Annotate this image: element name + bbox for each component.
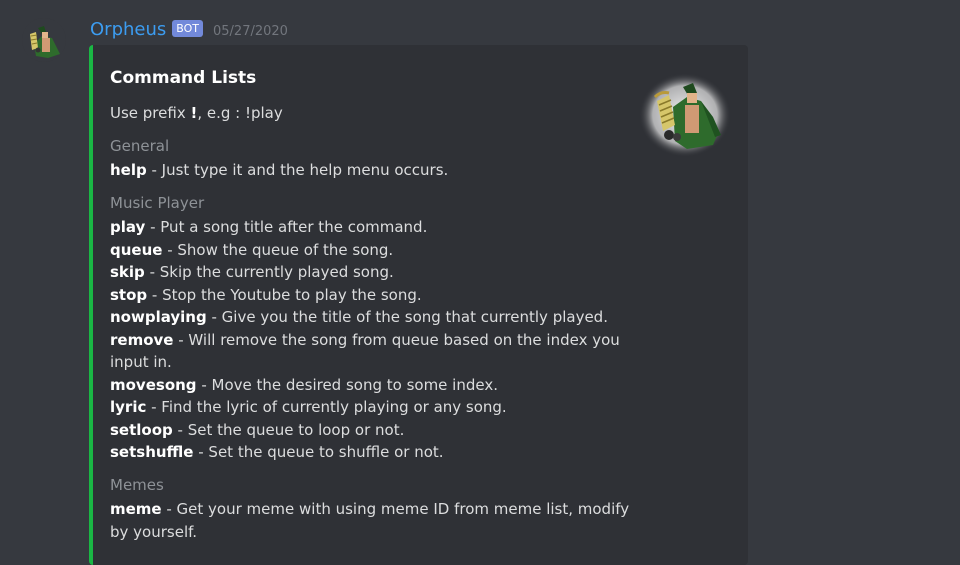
command-name: help bbox=[110, 161, 147, 179]
field-name: Music Player bbox=[110, 194, 205, 212]
command-line-skip: skip - Skip the currently played song. bbox=[110, 261, 630, 284]
command-desc: - Give you the title of the song that cu… bbox=[206, 308, 608, 326]
command-name: nowplaying bbox=[110, 308, 207, 326]
field-memes: Memes meme - Get your meme with using me… bbox=[110, 474, 630, 543]
command-name: queue bbox=[110, 240, 163, 259]
field-name: General bbox=[110, 137, 170, 155]
prefix-text: Use prefix bbox=[110, 104, 191, 122]
command-desc: - Stop the Youtube to play the song. bbox=[147, 285, 422, 304]
command-line-stop: stop - Stop the Youtube to play the song… bbox=[110, 284, 630, 307]
command-name: play bbox=[110, 218, 146, 236]
embed-title: Command Lists bbox=[110, 68, 257, 88]
command-name: stop bbox=[110, 285, 148, 304]
command-name: setloop bbox=[110, 420, 173, 439]
command-list-embed: Command Lists Use prefix !, e.g : !play … bbox=[89, 45, 748, 565]
command-desc: - Find the lyric of currently playing or… bbox=[146, 398, 507, 416]
command-name: lyric bbox=[110, 398, 147, 416]
command-line-lyric: lyric - Find the lyric of currently play… bbox=[110, 396, 630, 419]
chat-message: Orpheus BOT 05/27/2020 Command Lists Use… bbox=[0, 0, 960, 565]
command-desc: - Show the queue of the song. bbox=[162, 240, 394, 259]
command-desc: - Just type it and the help menu occurs. bbox=[146, 161, 449, 179]
command-line-nowplaying: nowplaying - Give you the title of the s… bbox=[110, 306, 630, 329]
command-desc: - Move the desired song to some index. bbox=[196, 375, 498, 394]
field-music-player: Music Player play - Put a song title aft… bbox=[110, 192, 630, 464]
field-general: General help - Just type it and the help… bbox=[110, 135, 630, 182]
command-line-queue: queue - Show the queue of the song. bbox=[110, 239, 630, 262]
command-line-movesong: movesong - Move the desired song to some… bbox=[110, 374, 630, 397]
command-name: movesong bbox=[110, 375, 197, 394]
command-desc: - Will remove the song from queue based … bbox=[110, 330, 620, 372]
command-desc: - Set the queue to loop or not. bbox=[172, 420, 405, 439]
field-name: Memes bbox=[110, 476, 164, 494]
command-name: meme bbox=[110, 500, 162, 518]
command-desc: - Skip the currently played song. bbox=[144, 263, 394, 281]
orpheus-thumbnail-icon[interactable] bbox=[639, 73, 731, 157]
bot-badge: BOT bbox=[172, 19, 203, 37]
embed-description: Use prefix !, e.g : !play bbox=[110, 104, 283, 122]
command-line-setloop: setloop - Set the queue to loop or not. bbox=[110, 419, 630, 442]
orpheus-avatar-icon[interactable] bbox=[22, 18, 66, 62]
message-header: Orpheus BOT 05/27/2020 bbox=[90, 17, 288, 41]
command-line-help: help - Just type it and the help menu oc… bbox=[110, 159, 630, 182]
command-desc: - Set the queue to shuffle or not. bbox=[193, 443, 444, 461]
command-desc: - Get your meme with using meme ID from … bbox=[110, 500, 630, 541]
command-desc: - Put a song title after the command. bbox=[145, 218, 428, 236]
command-name: skip bbox=[110, 263, 145, 281]
timestamp: 05/27/2020 bbox=[213, 23, 288, 39]
command-line-setshuffle: setshuffle - Set the queue to shuffle or… bbox=[110, 441, 630, 464]
command-name: remove bbox=[110, 330, 174, 349]
command-line-play: play - Put a song title after the comman… bbox=[110, 216, 630, 239]
command-line-remove: remove - Will remove the song from queue… bbox=[110, 329, 630, 374]
command-line-meme: meme - Get your meme with using meme ID … bbox=[110, 498, 630, 543]
prefix-example: , e.g : !play bbox=[197, 104, 283, 122]
username[interactable]: Orpheus bbox=[90, 19, 166, 40]
command-name: setshuffle bbox=[110, 443, 194, 461]
